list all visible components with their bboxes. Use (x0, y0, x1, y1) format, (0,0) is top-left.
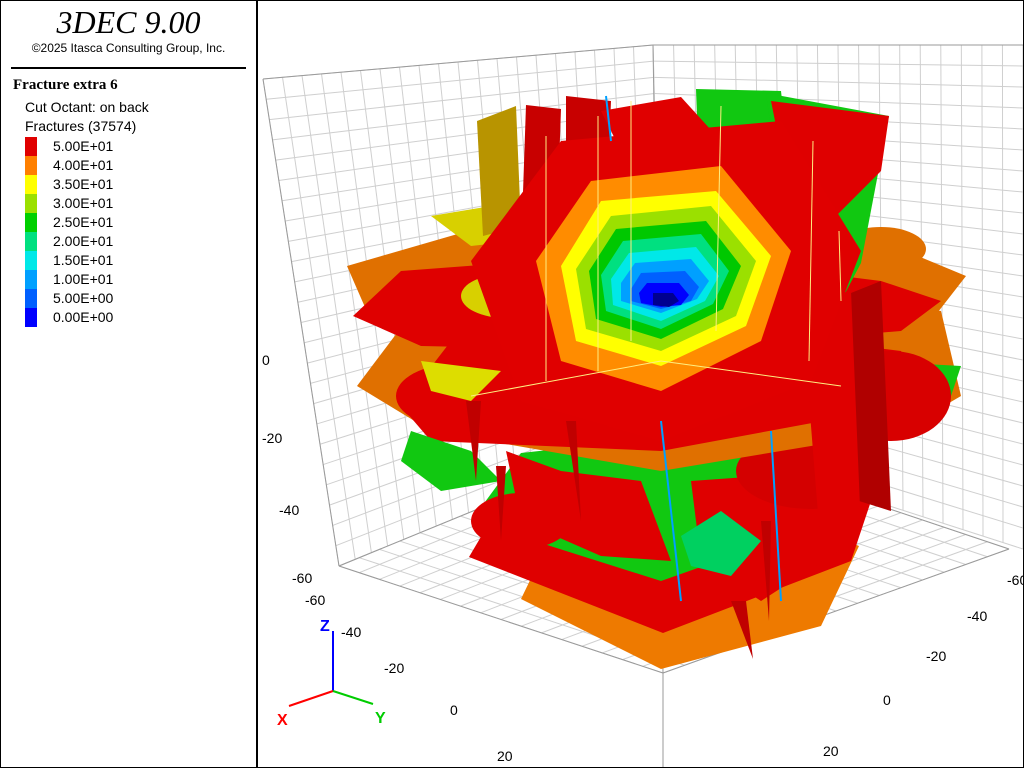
legend-swatch (25, 194, 37, 213)
legend-swatch (25, 251, 37, 270)
z-tick-label: -60 (292, 570, 312, 586)
y-axis-line (332, 690, 374, 705)
legend-label: 3.00E+01 (53, 195, 114, 211)
fracture-disk (471, 493, 571, 549)
z-tick-label: 0 (262, 352, 270, 368)
legend-label: 3.50E+01 (53, 176, 114, 192)
y-axis-label: Y (375, 710, 386, 727)
cut-octant-label: Cut Octant: on back (25, 99, 149, 115)
legend-panel: 3DEC 9.00 ©2025 Itasca Consulting Group,… (1, 1, 258, 767)
legend-swatch (25, 289, 37, 308)
legend-label: 4.00E+01 (53, 157, 114, 173)
x-tick-label: -60 (305, 592, 325, 608)
legend-label: 2.50E+01 (53, 214, 114, 230)
legend-label: 1.50E+01 (53, 252, 114, 268)
legend-label: 5.00E+01 (53, 138, 114, 154)
z-axis-labels: 0 -20 -40 -60 (262, 352, 312, 586)
3d-model-viewport[interactable]: 0 -20 -40 -60 -60 -40 -20 0 20 -60 -40 -… (258, 1, 1023, 767)
x-axis-line (288, 690, 334, 707)
title-divider (11, 67, 246, 69)
y-tick-label: 0 (883, 692, 891, 708)
legend-swatch (25, 270, 37, 289)
y-tick-label: -60 (1007, 572, 1023, 588)
z-tick-label: -40 (279, 502, 299, 518)
z-axis-label: Z (320, 618, 330, 635)
legend-swatch (25, 308, 37, 327)
legend-swatch (25, 232, 37, 251)
legend-swatch (25, 213, 37, 232)
legend-label: 5.00E+00 (53, 290, 114, 306)
y-tick-label: -40 (967, 608, 987, 624)
legend-heading: Fractures (37574) (25, 118, 137, 134)
plot-title: Fracture extra 6 (13, 77, 118, 93)
y-axis-labels: -60 -40 -20 0 20 (823, 572, 1023, 759)
legend-swatch (25, 156, 37, 175)
y-tick-label: 20 (823, 743, 839, 759)
x-tick-label: 20 (497, 748, 513, 764)
app-title: 3DEC 9.00 (56, 4, 201, 40)
x-tick-label: -20 (384, 660, 404, 676)
legend-swatch (25, 137, 37, 156)
legend-swatch (25, 175, 37, 194)
x-tick-label: -40 (341, 624, 361, 640)
model-canvas[interactable]: 0 -20 -40 -60 -60 -40 -20 0 20 -60 -40 -… (258, 1, 1023, 767)
legend-label: 1.00E+01 (53, 271, 114, 287)
axis-triad: Z X Y (277, 618, 386, 729)
legend-label: 2.00E+01 (53, 233, 114, 249)
x-axis-label: X (277, 712, 288, 729)
main-window: 3DEC 9.00 ©2025 Itasca Consulting Group,… (0, 0, 1024, 768)
legend-label: 0.00E+00 (53, 309, 114, 325)
x-axis-labels: -60 -40 -20 0 20 (305, 592, 513, 764)
x-tick-label: 0 (450, 702, 458, 718)
y-tick-label: -20 (926, 648, 946, 664)
z-tick-label: -20 (262, 430, 282, 446)
copyright-text: ©2025 Itasca Consulting Group, Inc. (31, 41, 226, 55)
